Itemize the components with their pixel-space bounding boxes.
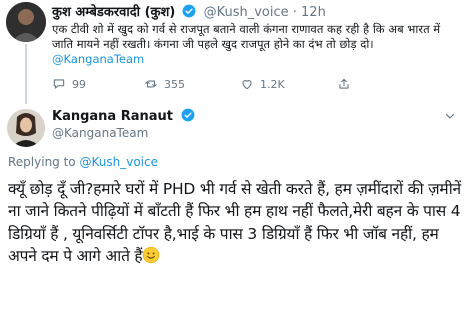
like-count: 1.2K: [260, 77, 285, 91]
tweet-time[interactable]: · 12h: [293, 5, 326, 20]
tweet-text: एक टीवी शो में खुद को गर्व से राजपूत बता…: [52, 22, 457, 67]
tweet-text: क्यूँ छोड़ दूँ जी?हमारे घरों में PHD भी …: [8, 178, 462, 268]
avatar[interactable]: [6, 2, 46, 42]
reply-count: 99: [72, 77, 86, 91]
author-name[interactable]: कुश अम्बेडकरवादी (कुश): [52, 5, 175, 20]
thread-connector: [25, 44, 27, 104]
verified-badge-icon: [183, 4, 196, 18]
author-handle[interactable]: @Kush_voice: [204, 5, 289, 20]
tweet-body: क्यूँ छोड़ दूँ जी?हमारे घरों में PHD भी …: [8, 180, 461, 266]
retweet-count: 355: [164, 77, 185, 91]
share-button[interactable]: [337, 77, 357, 91]
tweet-body: एक टीवी शो में खुद को गर्व से राजपूत बता…: [52, 22, 441, 51]
tweet-actions: 99 355 1.2K: [52, 77, 452, 95]
retweet-icon: [145, 80, 157, 88]
author-name-text[interactable]: Kangana Ranaut: [52, 109, 173, 124]
tweet-header: कुश अम्बेडकरवादी (कुश) @Kush_voice · 12h: [52, 2, 326, 20]
replying-label: Replying to: [8, 155, 76, 169]
chevron-down-icon[interactable]: [444, 110, 456, 125]
share-icon: [339, 78, 349, 89]
author-name[interactable]: Kangana Ranaut: [52, 108, 198, 124]
replying-handle-link[interactable]: @Kush_voice: [79, 155, 158, 169]
smiling-face-emoji: [143, 247, 160, 264]
reply-button[interactable]: 99: [52, 77, 86, 91]
verified-badge-icon: [181, 108, 194, 122]
like-button[interactable]: 1.2K: [240, 77, 285, 91]
reply-icon: [53, 79, 65, 89]
retweet-button[interactable]: 355: [144, 77, 185, 91]
mention-link[interactable]: @KanganaTeam: [52, 52, 144, 66]
heart-icon: [242, 80, 252, 90]
avatar[interactable]: [7, 109, 45, 147]
author-handle[interactable]: @KanganaTeam: [52, 126, 148, 140]
replying-to: Replying to @Kush_voice: [8, 155, 158, 169]
